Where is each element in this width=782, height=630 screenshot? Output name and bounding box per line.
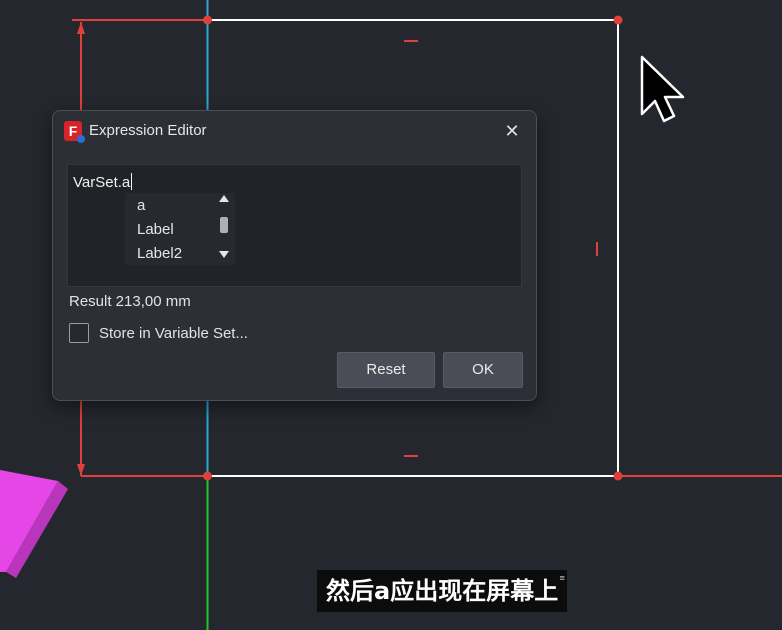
autocomplete-popup[interactable]: a Label Label2 — [125, 193, 235, 265]
store-variable-set-label[interactable]: Store in Variable Set... — [99, 325, 248, 342]
freecad-logo-icon: F — [64, 121, 85, 143]
text-caret — [131, 173, 133, 190]
expression-input[interactable]: VarSet.a a Label Label2 — [67, 164, 522, 287]
mouse-pointer-icon — [640, 55, 685, 123]
expression-text[interactable]: VarSet.a — [73, 173, 133, 191]
vertex-top-right[interactable] — [613, 15, 623, 25]
scroll-up-arrow-icon[interactable] — [219, 195, 229, 202]
expression-editor-dialog: F Expression Editor ✕ VarSet.a a Label L… — [52, 110, 537, 401]
completion-item-label[interactable]: Label — [137, 221, 174, 238]
scroll-down-arrow-icon[interactable] — [219, 251, 229, 258]
vertex-top-left[interactable] — [203, 15, 212, 25]
dimension-arrow-up — [77, 22, 85, 34]
completion-scrollbar[interactable] — [217, 195, 231, 263]
subtitle-text: 然后a应出现在屏幕上 — [326, 577, 559, 605]
vertex-bottom-left[interactable] — [203, 471, 212, 481]
dimension-arrow-down — [77, 464, 85, 476]
result-label: Result 213,00 mm — [69, 293, 191, 310]
subtitle-corner-mark-icon: ≡ — [559, 574, 566, 582]
completion-item-a[interactable]: a — [137, 197, 145, 214]
store-variable-set-checkbox[interactable] — [69, 323, 89, 343]
dialog-title: Expression Editor — [89, 122, 207, 139]
ok-button[interactable]: OK — [443, 352, 523, 388]
vertex-bottom-right[interactable] — [613, 471, 623, 481]
dialog-titlebar[interactable]: F Expression Editor ✕ — [53, 111, 536, 151]
video-subtitle: 然后a应出现在屏幕上 ≡ — [317, 570, 568, 612]
close-icon[interactable]: ✕ — [500, 120, 524, 144]
scroll-thumb[interactable] — [220, 217, 228, 233]
reset-button[interactable]: Reset — [337, 352, 435, 388]
completion-item-label2[interactable]: Label2 — [137, 245, 182, 262]
